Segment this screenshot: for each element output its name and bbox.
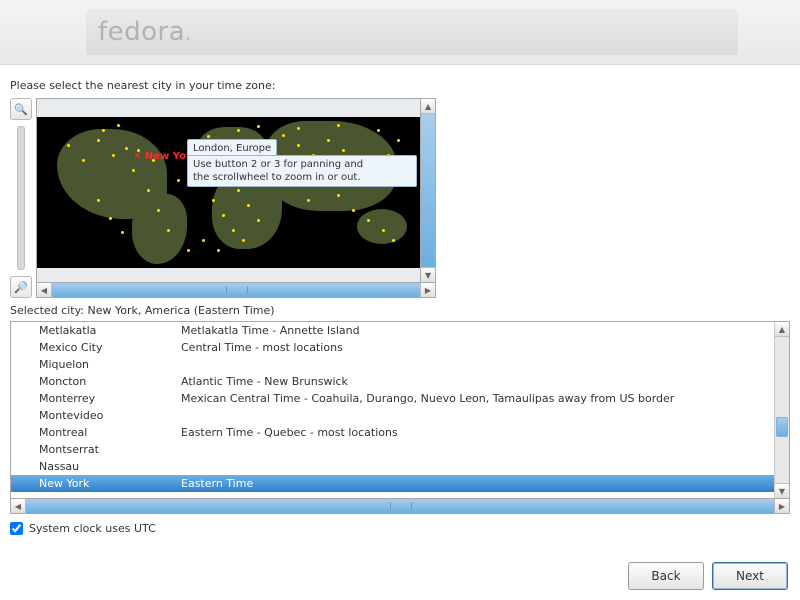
city-name: Moncton — [39, 375, 181, 388]
city-list-body[interactable]: MetlakatlaMetlakatla Time - Annette Isla… — [11, 322, 774, 498]
city-name: Metlakatla — [39, 324, 181, 337]
list-item[interactable]: New YorkEastern Time — [11, 475, 774, 492]
zoom-bar: 🔍 🔎 — [10, 98, 32, 298]
logo-text: fedora. — [98, 17, 191, 47]
list-item[interactable]: Mexico CityCentral Time - most locations — [11, 339, 774, 356]
city-name: Mexico City — [39, 341, 181, 354]
magnify-minus-icon: 🔎 — [14, 281, 28, 294]
zoom-slider[interactable] — [17, 126, 25, 270]
city-name: New York — [39, 477, 181, 490]
list-item[interactable]: MonterreyMexican Central Time - Coahuila… — [11, 390, 774, 407]
scroll-left-icon[interactable]: ◀ — [37, 283, 52, 297]
city-desc: Eastern Time — [181, 477, 774, 490]
city-list: MetlakatlaMetlakatla Time - Annette Isla… — [10, 321, 790, 499]
list-item[interactable]: MetlakatlaMetlakatla Time - Annette Isla… — [11, 322, 774, 339]
utc-checkbox-row[interactable]: System clock uses UTC — [10, 522, 790, 535]
city-name: Miquelon — [39, 358, 181, 371]
city-name: Nassau — [39, 460, 181, 473]
scroll-left-icon[interactable]: ◀ — [11, 499, 26, 513]
zoom-out-button[interactable]: 🔎 — [10, 276, 32, 298]
list-item[interactable]: Montserrat — [11, 441, 774, 458]
map-area: 🔍 🔎 ✕ New York — [10, 98, 790, 298]
back-button[interactable]: Back — [628, 562, 704, 590]
map-tooltip: Use button 2 or 3 for panning and the sc… — [187, 155, 417, 187]
world-map[interactable]: ✕ New York London, Europe Use button 2 o… — [36, 98, 421, 283]
zoom-in-button[interactable]: 🔍 — [10, 98, 32, 120]
scroll-right-icon[interactable]: ▶ — [774, 499, 789, 513]
instruction-label: Please select the nearest city in your t… — [10, 79, 790, 92]
list-item[interactable]: MonctonAtlantic Time - New Brunswick — [11, 373, 774, 390]
scroll-up-icon[interactable]: ▲ — [421, 99, 435, 114]
utc-label: System clock uses UTC — [29, 522, 156, 535]
list-item[interactable]: Nassau — [11, 458, 774, 475]
list-vscroll-track[interactable] — [775, 337, 789, 483]
city-name: Montserrat — [39, 443, 181, 456]
map-tooltip-line1: Use button 2 or 3 for panning and — [193, 158, 411, 171]
scroll-up-icon[interactable]: ▲ — [775, 322, 789, 337]
list-vscroll-thumb[interactable] — [776, 417, 788, 437]
map-tooltip-line2: the scrollwheel to zoom in or out. — [193, 171, 411, 184]
scroll-down-icon[interactable]: ▼ — [775, 483, 789, 498]
city-name: Montevideo — [39, 409, 181, 422]
utc-checkbox[interactable] — [10, 522, 23, 535]
city-desc: Mexican Central Time - Coahuila, Durango… — [181, 392, 774, 405]
city-desc: Central Time - most locations — [181, 341, 774, 354]
footer-buttons: Back Next — [628, 562, 788, 590]
selected-city-label: Selected city: New York, America (Easter… — [10, 304, 790, 317]
scroll-right-icon[interactable]: ▶ — [420, 283, 435, 297]
city-name: Monterrey — [39, 392, 181, 405]
map-vscroll-track[interactable] — [421, 114, 435, 267]
map-frame: ✕ New York London, Europe Use button 2 o… — [36, 98, 436, 298]
list-hscroll[interactable]: ◀ ▶ — [10, 499, 790, 514]
list-item[interactable]: Miquelon — [11, 356, 774, 373]
list-item[interactable]: Montevideo — [11, 407, 774, 424]
map-hscroll[interactable]: ◀ ▶ — [36, 283, 436, 298]
banner-inner: fedora. — [86, 9, 738, 55]
scroll-down-icon[interactable]: ▼ — [421, 267, 435, 282]
map-hscroll-track[interactable] — [52, 283, 420, 297]
list-item[interactable]: MontrealEastern Time - Quebec - most loc… — [11, 424, 774, 441]
list-hscroll-track[interactable] — [26, 499, 774, 513]
next-button[interactable]: Next — [712, 562, 788, 590]
city-desc: Metlakatla Time - Annette Island — [181, 324, 774, 337]
list-vscroll[interactable]: ▲ ▼ — [774, 322, 789, 498]
banner: fedora. — [0, 0, 800, 65]
magnify-plus-icon: 🔍 — [14, 103, 28, 116]
city-desc: Atlantic Time - New Brunswick — [181, 375, 774, 388]
city-name: Montreal — [39, 426, 181, 439]
map-vscroll[interactable]: ▲ ▼ — [421, 98, 436, 283]
city-desc: Eastern Time - Quebec - most locations — [181, 426, 774, 439]
